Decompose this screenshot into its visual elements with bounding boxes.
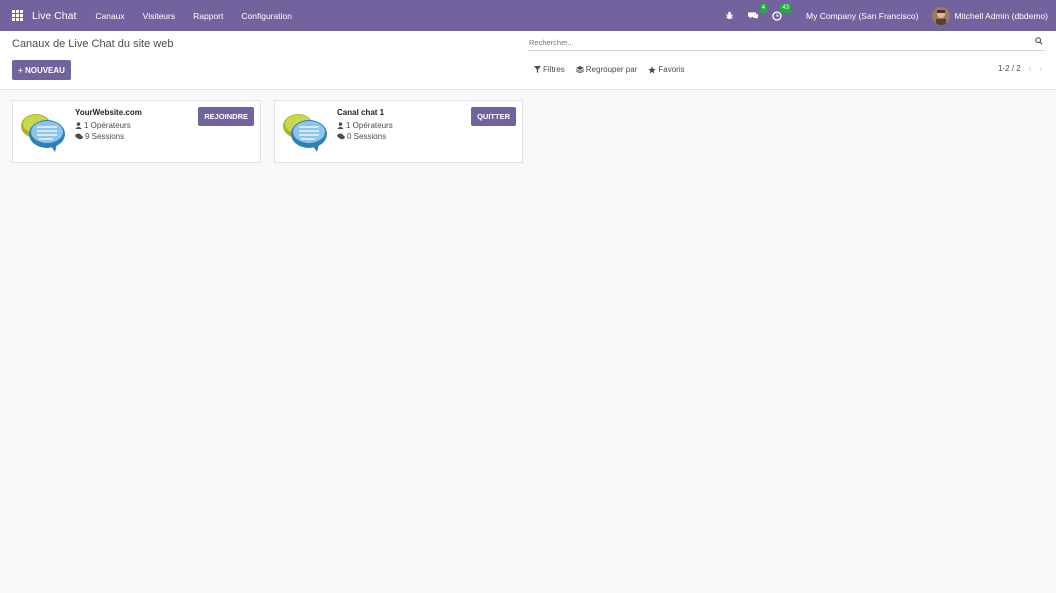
top-navbar: Live Chat Canaux Visiteurs Rapport Confi… <box>0 0 1056 31</box>
comments-icon <box>337 133 345 140</box>
user-menu[interactable]: Mitchell Admin (dbdemo) <box>954 11 1048 21</box>
app-name[interactable]: Live Chat <box>32 10 76 22</box>
main-menu: Canaux Visiteurs Rapport Configuration <box>86 11 301 21</box>
chat-bubbles-icon <box>19 109 69 153</box>
filter-icon <box>534 66 541 73</box>
sessions-line: 9 Sessions <box>75 132 124 141</box>
kanban-card[interactable]: Canal chat 1 1 Opérateurs 0 Sessions QUI… <box>274 100 523 163</box>
control-panel: Canaux de Live Chat du site web + NOUVEA… <box>0 31 1056 90</box>
leave-button[interactable]: QUITTER <box>471 107 516 126</box>
menu-canaux[interactable]: Canaux <box>86 11 133 21</box>
kanban-card[interactable]: YourWebsite.com 1 Opérateurs 9 Sessions … <box>12 100 261 163</box>
pager: 1-2 / 2 ‹ › <box>998 64 1042 73</box>
favorites-button[interactable]: Favoris <box>648 65 685 74</box>
operators-count: 1 Opérateurs <box>346 121 393 130</box>
apps-grid-icon[interactable] <box>12 10 23 21</box>
page-title: Canaux de Live Chat du site web <box>12 38 174 50</box>
filters-button[interactable]: Filtres <box>534 65 565 74</box>
layers-icon <box>575 66 584 73</box>
sessions-line: 0 Sessions <box>337 132 386 141</box>
channel-name: Canal chat 1 <box>337 108 385 117</box>
user-icon <box>337 122 344 129</box>
operators-line: 1 Opérateurs <box>75 121 131 130</box>
join-button[interactable]: REJOINDRE <box>198 107 254 126</box>
comments-icon <box>75 133 83 140</box>
sessions-count: 0 Sessions <box>347 132 387 141</box>
kanban-view: YourWebsite.com 1 Opérateurs 9 Sessions … <box>12 100 536 163</box>
menu-configuration[interactable]: Configuration <box>232 11 301 21</box>
search-options: Filtres Regrouper par Favoris <box>534 65 696 74</box>
menu-rapport[interactable]: Rapport <box>184 11 232 21</box>
messages-badge: 4 <box>759 3 768 13</box>
user-icon <box>75 122 82 129</box>
group-by-label: Regrouper par <box>585 65 638 74</box>
avatar[interactable] <box>932 6 951 25</box>
bug-icon[interactable] <box>722 9 736 23</box>
search-bar <box>528 35 1045 51</box>
systray: 4 43 My Company (San Francisco) Mitchell… <box>722 0 1056 31</box>
chevron-right-icon[interactable]: › <box>1039 64 1042 73</box>
channel-name: YourWebsite.com <box>75 108 142 117</box>
group-by-button[interactable]: Regrouper par <box>575 65 638 74</box>
activities-badge: 43 <box>780 3 792 13</box>
pager-value[interactable]: 1-2 / 2 <box>998 64 1021 73</box>
operators-count: 1 Opérateurs <box>84 121 131 130</box>
sessions-count: 9 Sessions <box>85 132 125 141</box>
favorites-label: Favoris <box>658 65 685 74</box>
search-input[interactable] <box>528 35 1008 49</box>
new-button[interactable]: + NOUVEAU <box>12 60 71 80</box>
search-icon[interactable] <box>1035 37 1043 47</box>
chevron-left-icon[interactable]: ‹ <box>1029 64 1032 73</box>
menu-visiteurs[interactable]: Visiteurs <box>134 11 184 21</box>
operators-line: 1 Opérateurs <box>337 121 393 130</box>
activity-clock-icon[interactable]: 43 <box>770 3 792 23</box>
messaging-icon[interactable]: 4 <box>746 3 768 23</box>
star-icon <box>648 65 657 74</box>
filters-label: Filtres <box>543 65 565 74</box>
chat-bubbles-icon <box>281 109 331 153</box>
company-switcher[interactable]: My Company (San Francisco) <box>806 11 918 21</box>
